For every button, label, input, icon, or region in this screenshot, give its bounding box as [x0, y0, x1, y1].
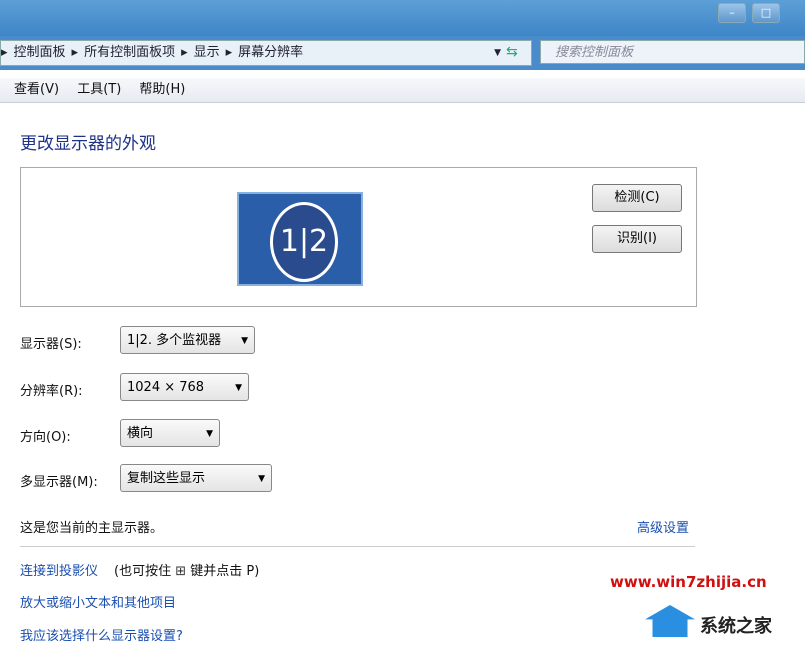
chevron-down-icon[interactable]: ▼ [494, 41, 501, 65]
menu-help[interactable]: 帮助(H) [139, 82, 185, 97]
identify-button[interactable]: 识别(I) [592, 225, 682, 253]
detect-button[interactable]: 检测(C) [592, 184, 682, 212]
display-label: 显示器(S): [20, 337, 82, 352]
multi-display-label: 多显示器(M): [20, 475, 98, 490]
crumb-display[interactable]: 显示 [194, 45, 220, 60]
resolution-select[interactable]: 1024 × 768 ▼ [120, 373, 249, 401]
chevron-down-icon: ▼ [206, 429, 213, 439]
multi-display-select[interactable]: 复制这些显示 ▼ [120, 464, 272, 492]
hint-text: (也可按住 [114, 564, 172, 579]
menu-view[interactable]: 查看(V) [14, 82, 59, 97]
chevron-down-icon: ▼ [241, 336, 248, 346]
display-value: 1|2. 多个监视器 [127, 333, 222, 348]
maximize-button[interactable]: □ [752, 3, 780, 23]
resolution-label: 分辨率(R): [20, 384, 83, 399]
windows-logo-icon: ⊞ [175, 564, 187, 579]
crumb-resolution[interactable]: 屏幕分辨率 [238, 45, 303, 60]
page-title: 更改显示器的外观 [20, 134, 156, 154]
which-settings-link[interactable]: 我应该选择什么显示器设置? [20, 625, 183, 644]
watermark-url: www.win7zhijia.cn [610, 573, 767, 591]
title-bar: – □ [0, 0, 805, 36]
crumb-all-items[interactable]: 所有控制面板项 [84, 45, 175, 60]
hint-text-2: 键并点击 P) [190, 564, 260, 579]
address-bar: ▸ 控制面板 ▸ 所有控制面板项 ▸ 显示 ▸ 屏幕分辨率 ▼ ⇆ 搜索控制面板 [0, 36, 805, 70]
crumb-control-panel[interactable]: 控制面板 [14, 45, 66, 60]
menu-tools[interactable]: 工具(T) [77, 82, 121, 97]
text-size-link[interactable]: 放大或缩小文本和其他项目 [20, 592, 176, 611]
divider [20, 546, 695, 547]
breadcrumb[interactable]: ▸ 控制面板 ▸ 所有控制面板项 ▸ 显示 ▸ 屏幕分辨率 ▼ [0, 40, 532, 66]
refresh-icon[interactable]: ⇆ [506, 44, 518, 60]
orientation-label: 方向(O): [20, 430, 71, 445]
minimize-button[interactable]: – [718, 3, 746, 23]
search-input[interactable]: 搜索控制面板 [540, 40, 805, 64]
house-logo-icon [645, 605, 695, 637]
chevron-down-icon: ▼ [235, 383, 242, 393]
projector-hint: (也可按住 ⊞ 键并点击 P) [114, 560, 259, 579]
monitor-preview: 1|2 检测(C) 识别(I) [20, 167, 697, 307]
orientation-value: 横向 [127, 426, 154, 441]
primary-note: 这是您当前的主显示器。 [20, 521, 164, 536]
multi-display-value: 复制这些显示 [127, 471, 206, 486]
monitor-icon[interactable]: 1|2 [237, 192, 363, 286]
display-select[interactable]: 1|2. 多个监视器 ▼ [120, 326, 255, 354]
orientation-select[interactable]: 横向 ▼ [120, 419, 220, 447]
projector-link[interactable]: 连接到投影仪 [20, 560, 98, 579]
monitor-label: 1|2 [270, 202, 338, 282]
resolution-value: 1024 × 768 [127, 380, 205, 395]
watermark-brand: 系统之家 [700, 616, 772, 637]
menu-bar: 查看(V) 工具(T) 帮助(H) [0, 78, 805, 103]
chevron-down-icon: ▼ [258, 474, 265, 484]
advanced-settings-link[interactable]: 高级设置 [637, 517, 689, 536]
